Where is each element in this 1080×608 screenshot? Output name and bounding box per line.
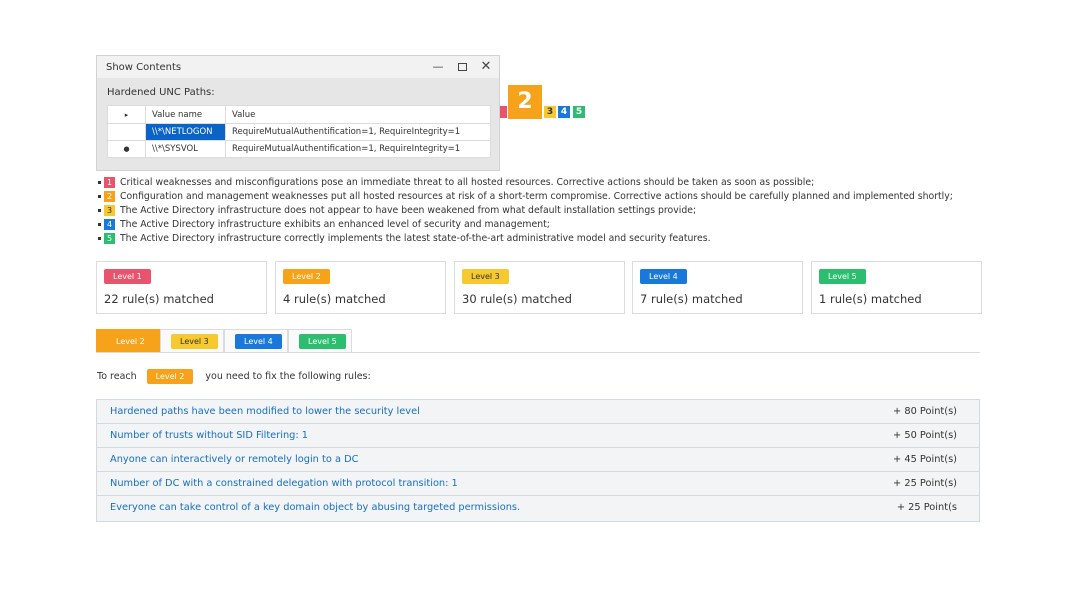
dialog-subtitle: Hardened UNC Paths: bbox=[107, 87, 215, 98]
tab-level-4[interactable]: Level 4 bbox=[224, 329, 288, 353]
table-row[interactable]: ● \\*\SYSVOL RequireMutualAuthentificati… bbox=[107, 140, 491, 158]
list-item[interactable]: Anyone can interactively or remotely log… bbox=[97, 448, 979, 472]
bullet-icon bbox=[98, 237, 101, 240]
tab-label: Level 4 bbox=[235, 334, 282, 349]
level-4-pill: Level 4 bbox=[640, 269, 687, 284]
rule-points: + 80 Point(s) bbox=[893, 406, 957, 417]
tabs-divider bbox=[96, 352, 980, 353]
rules-matched-count: 4 rule(s) matched bbox=[283, 292, 386, 306]
list-item[interactable]: Hardened paths have been modified to low… bbox=[97, 400, 979, 424]
column-header-value-name[interactable]: Value name bbox=[145, 105, 226, 124]
dialog-titlebar[interactable]: Show Contents — ✕ bbox=[97, 56, 499, 78]
rules-matched-count: 22 rule(s) matched bbox=[104, 292, 214, 306]
value-name-cell[interactable]: \\*\SYSVOL bbox=[145, 140, 226, 158]
level-5-indicator: 5 bbox=[573, 106, 585, 118]
level-3-card[interactable]: Level 3 30 rule(s) matched bbox=[454, 261, 625, 314]
level-2-box: 2 bbox=[104, 191, 115, 202]
bullet-icon bbox=[98, 181, 101, 184]
value-name-cell[interactable]: \\*\NETLOGON bbox=[145, 123, 226, 141]
legend-text: Configuration and management weaknesses … bbox=[120, 191, 953, 202]
show-contents-dialog: Show Contents — ✕ Hardened UNC Paths: ▸ … bbox=[96, 55, 500, 171]
rule-link[interactable]: Anyone can interactively or remotely log… bbox=[110, 454, 358, 465]
reach-prefix: To reach bbox=[97, 371, 137, 382]
level-2-card[interactable]: Level 2 4 rule(s) matched bbox=[275, 261, 446, 314]
level-4-box: 4 bbox=[104, 219, 115, 230]
rule-link[interactable]: Everyone can take control of a key domai… bbox=[110, 502, 520, 513]
hardened-paths-table: ▸ Value name Value \\*\NETLOGON RequireM… bbox=[107, 105, 491, 158]
tab-label: Level 5 bbox=[299, 334, 346, 349]
reach-suffix: you need to fix the following rules: bbox=[205, 371, 371, 382]
level-4-card[interactable]: Level 4 7 rule(s) matched bbox=[632, 261, 803, 314]
level-3-box: 3 bbox=[104, 205, 115, 216]
rules-matched-count: 30 rule(s) matched bbox=[462, 292, 572, 306]
value-cell[interactable]: RequireMutualAuthentification=1, Require… bbox=[225, 123, 491, 141]
level-legend: 1 Critical weaknesses and misconfiguratio… bbox=[98, 176, 953, 246]
reach-level-pill: Level 2 bbox=[146, 369, 194, 384]
legend-text: The Active Directory infrastructure exhi… bbox=[120, 219, 550, 230]
row-pointer-icon: ▸ bbox=[107, 105, 146, 124]
level-2-pill: Level 2 bbox=[283, 269, 330, 284]
level-1-indicator bbox=[500, 106, 507, 118]
level-1-pill: Level 1 bbox=[104, 269, 151, 284]
level-5-card[interactable]: Level 5 1 rule(s) matched bbox=[811, 261, 982, 314]
legend-item: 5 The Active Directory infrastructure cor… bbox=[98, 232, 953, 246]
rules-matched-count: 7 rule(s) matched bbox=[640, 292, 743, 306]
legend-text: The Active Directory infrastructure does… bbox=[120, 205, 697, 216]
legend-item: 4 The Active Directory infrastructure exh… bbox=[98, 218, 953, 232]
list-item[interactable]: Number of DC with a constrained delegati… bbox=[97, 472, 979, 496]
bullet-icon bbox=[98, 209, 101, 212]
tab-level-2[interactable]: Level 2 bbox=[96, 329, 160, 353]
level-4-indicator: 4 bbox=[558, 106, 570, 118]
table-row[interactable]: \\*\NETLOGON RequireMutualAuthentificati… bbox=[107, 123, 491, 141]
close-icon[interactable]: ✕ bbox=[478, 59, 494, 75]
level-5-box: 5 bbox=[104, 233, 115, 244]
tab-level-3[interactable]: Level 3 bbox=[160, 329, 224, 353]
level-5-pill: Level 5 bbox=[819, 269, 866, 284]
tab-label: Level 2 bbox=[107, 334, 154, 349]
column-header-value[interactable]: Value bbox=[225, 105, 491, 124]
level-1-card[interactable]: Level 1 22 rule(s) matched bbox=[96, 261, 267, 314]
rule-points: + 25 Point(s) bbox=[893, 478, 957, 489]
level-3-pill: Level 3 bbox=[462, 269, 509, 284]
rule-points: + 25 Point(s bbox=[896, 502, 957, 513]
legend-text: The Active Directory infrastructure corr… bbox=[120, 233, 711, 244]
legend-item: 2 Configuration and management weaknesses… bbox=[98, 190, 953, 204]
rule-points: + 50 Point(s) bbox=[893, 430, 957, 441]
current-level-badge: 2 bbox=[508, 85, 542, 119]
new-row-marker: ● bbox=[107, 140, 146, 158]
minimize-icon[interactable]: — bbox=[430, 59, 446, 75]
list-item[interactable]: Everyone can take control of a key domai… bbox=[97, 496, 979, 521]
reach-instruction: To reach Level 2 you need to fix the follo… bbox=[97, 369, 371, 384]
dialog-title: Show Contents bbox=[106, 62, 182, 73]
value-cell[interactable]: RequireMutualAuthentification=1, Require… bbox=[225, 140, 491, 158]
legend-text: Critical weaknesses and misconfiguration… bbox=[120, 177, 815, 188]
legend-item: 3 The Active Directory infrastructure doe… bbox=[98, 204, 953, 218]
row-marker bbox=[107, 123, 146, 141]
list-item[interactable]: Number of trusts without SID Filtering: … bbox=[97, 424, 979, 448]
rule-link[interactable]: Number of trusts without SID Filtering: … bbox=[110, 430, 308, 441]
table-header-row: ▸ Value name Value bbox=[107, 105, 491, 124]
maximize-icon[interactable] bbox=[454, 59, 470, 75]
tab-label: Level 3 bbox=[171, 334, 218, 349]
tab-level-5[interactable]: Level 5 bbox=[288, 329, 352, 353]
level-1-box: 1 bbox=[104, 177, 115, 188]
rule-points: + 45 Point(s) bbox=[893, 454, 957, 465]
rules-matched-count: 1 rule(s) matched bbox=[819, 292, 922, 306]
legend-item: 1 Critical weaknesses and misconfiguratio… bbox=[98, 176, 953, 190]
rules-list: Hardened paths have been modified to low… bbox=[96, 399, 980, 522]
rule-link[interactable]: Number of DC with a constrained delegati… bbox=[110, 478, 458, 489]
level-3-indicator: 3 bbox=[544, 106, 556, 118]
bullet-icon bbox=[98, 195, 101, 198]
bullet-icon bbox=[98, 223, 101, 226]
rule-link[interactable]: Hardened paths have been modified to low… bbox=[110, 406, 420, 417]
